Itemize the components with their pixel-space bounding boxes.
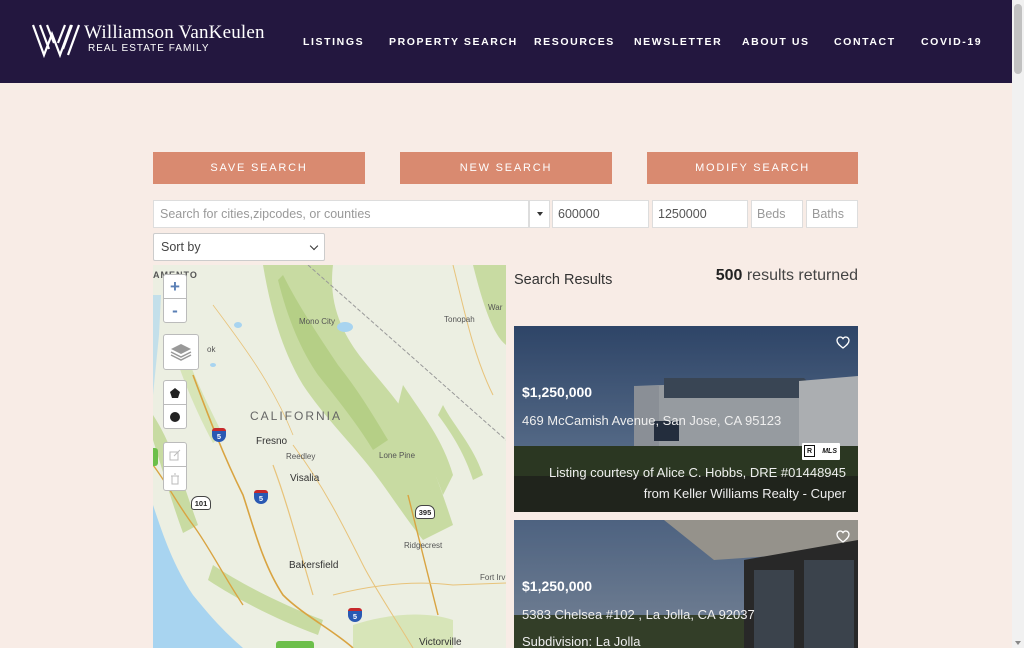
zoom-out-button[interactable]: - xyxy=(163,298,187,323)
map-label-war: War xyxy=(488,303,503,312)
listing-price: $1,250,000 xyxy=(522,578,593,594)
map-label-reedley: Reedley xyxy=(286,452,316,461)
map-label-lone-pine: Lone Pine xyxy=(379,451,416,460)
mls-logo: R MLS xyxy=(802,443,840,460)
circle-icon xyxy=(170,411,180,422)
nav-newsletter[interactable]: NEWSLETTER xyxy=(634,36,722,48)
map-label-ok: ok xyxy=(207,345,216,354)
map-label-california: CALIFORNIA xyxy=(250,409,343,423)
nav-contact[interactable]: CONTACT xyxy=(834,36,896,48)
sort-select-label: Sort by xyxy=(161,240,201,254)
map-label-ridgecrest: Ridgecrest xyxy=(404,541,443,550)
edit-icon xyxy=(169,449,181,460)
map-label-mono-city: Mono City xyxy=(299,317,336,326)
chevron-down-icon xyxy=(309,241,319,250)
listing-subdivision: Subdivision: La Jolla xyxy=(522,634,641,648)
baths-field xyxy=(806,200,858,228)
location-search-input[interactable] xyxy=(160,207,522,221)
location-dropdown-button[interactable] xyxy=(529,200,550,228)
results-map[interactable]: AMENTO ok Mono City Tonopah War CALIFORN… xyxy=(153,265,506,648)
realtor-r-icon: R xyxy=(804,445,815,457)
listing-courtesy: Listing courtesy of Alice C. Hobbs, DRE … xyxy=(549,462,846,504)
interstate-5-shield-icon: 5 xyxy=(348,608,362,622)
map-label-victorville: Victorville xyxy=(419,637,462,648)
listing-courtesy-line2: from Keller Williams Realty - Cuper xyxy=(643,486,846,501)
new-search-button[interactable]: NEW SEARCH xyxy=(400,152,612,184)
map-label-bakersfield: Bakersfield xyxy=(289,560,339,571)
map-label-fort-irwin: Fort Irv xyxy=(480,573,506,582)
mls-label: MLS xyxy=(822,448,837,455)
main-nav: LISTINGS PROPERTY SEARCH RESOURCES NEWSL… xyxy=(0,36,1012,48)
map-label-tonopah: Tonopah xyxy=(444,315,475,324)
listing-price: $1,250,000 xyxy=(522,384,593,400)
page-scrollbar[interactable] xyxy=(1012,0,1024,648)
min-price-input[interactable] xyxy=(558,207,643,221)
search-results-title: Search Results xyxy=(514,272,613,288)
max-price-field xyxy=(652,200,748,228)
nav-covid-19[interactable]: COVID-19 xyxy=(921,36,982,48)
listing-address: 5383 Chelsea #102 , La Jolla, CA 92037 xyxy=(522,607,755,622)
results-count-number: 500 xyxy=(715,267,743,284)
listing-courtesy-line1: Listing courtesy of Alice C. Hobbs, DRE … xyxy=(548,465,846,480)
polygon-icon xyxy=(170,387,180,398)
baths-input[interactable] xyxy=(812,207,852,221)
nav-property-search[interactable]: PROPERTY SEARCH xyxy=(389,36,518,48)
save-search-button[interactable]: SAVE SEARCH xyxy=(153,152,365,184)
map-bottom-marker[interactable] xyxy=(276,641,314,648)
map-label-fresno: Fresno xyxy=(256,436,288,447)
scrollbar-thumb[interactable] xyxy=(1014,4,1022,74)
us-101-shield-icon: 101 xyxy=(191,496,211,510)
listing-card[interactable]: $1,250,000 5383 Chelsea #102 , La Jolla,… xyxy=(514,520,858,648)
listing-address: 469 McCamish Avenue, San Jose, CA 95123 xyxy=(522,413,782,428)
site-header: Williamson VanKeulen REAL ESTATE FAMILY … xyxy=(0,0,1012,83)
us-395-shield-icon: 395 xyxy=(415,505,435,519)
draw-polygon-button[interactable] xyxy=(163,380,187,405)
layers-icon xyxy=(170,344,192,361)
max-price-input[interactable] xyxy=(658,207,742,221)
modify-search-button[interactable]: MODIFY SEARCH xyxy=(647,152,858,184)
edit-shapes-button[interactable] xyxy=(163,442,187,467)
nav-listings[interactable]: LISTINGS xyxy=(303,36,364,48)
layers-button[interactable] xyxy=(163,334,199,370)
draw-circle-button[interactable] xyxy=(163,404,187,429)
zoom-in-button[interactable]: + xyxy=(163,274,187,299)
nav-about-us[interactable]: ABOUT US xyxy=(742,36,810,48)
min-price-field xyxy=(552,200,649,228)
results-count-suffix: results returned xyxy=(742,267,858,284)
favorite-heart-icon[interactable] xyxy=(836,336,850,349)
beds-field xyxy=(751,200,803,228)
beds-input[interactable] xyxy=(757,207,797,221)
caret-down-icon xyxy=(536,212,543,216)
nav-resources[interactable]: RESOURCES xyxy=(534,36,615,48)
interstate-5-shield-icon: 5 xyxy=(212,428,226,442)
map-label-visalia: Visalia xyxy=(290,473,320,484)
location-search xyxy=(153,200,529,228)
map-side-tab[interactable] xyxy=(153,448,158,466)
results-count: 500 results returned xyxy=(716,267,858,285)
delete-shapes-button[interactable] xyxy=(163,466,187,491)
trash-icon xyxy=(171,473,179,484)
listing-card[interactable]: $1,250,000 469 McCamish Avenue, San Jose… xyxy=(514,326,858,512)
interstate-5-shield-icon: 5 xyxy=(254,490,268,504)
sort-select[interactable]: Sort by xyxy=(153,233,325,261)
scroll-down-arrow-icon[interactable] xyxy=(1015,641,1021,645)
favorite-heart-icon[interactable] xyxy=(836,530,850,543)
